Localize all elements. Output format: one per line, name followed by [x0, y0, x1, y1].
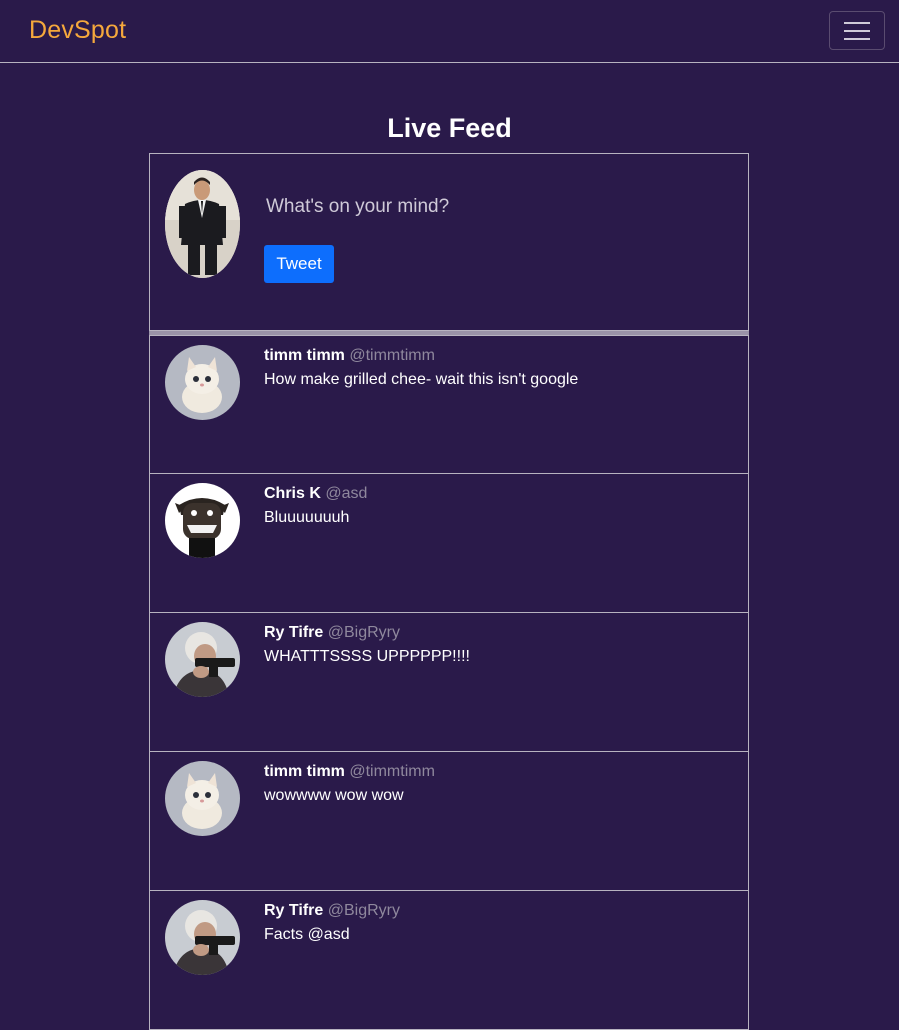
hamburger-menu-icon: [844, 21, 870, 40]
brand-logo[interactable]: DevSpot: [29, 16, 126, 45]
post-item[interactable]: timm timm @timmtimm wowwww wow wow: [149, 752, 749, 891]
author-name[interactable]: timm timm: [264, 347, 345, 364]
post-avatar: [165, 761, 240, 836]
top-navbar: DevSpot: [0, 0, 899, 63]
post-item[interactable]: Chris K @asd Bluuuuuuuh: [149, 474, 749, 613]
post-avatar: [165, 483, 240, 558]
author-name[interactable]: timm timm: [264, 763, 345, 780]
author-handle[interactable]: @timmtimm: [349, 347, 435, 364]
post-text: Facts @asd: [264, 926, 350, 943]
post-avatar: [165, 900, 240, 975]
post-header: Ry Tifre @BigRyry: [264, 902, 400, 920]
post-item[interactable]: timm timm @timmtimm How make grilled che…: [149, 335, 749, 474]
post-text: wowwww wow wow: [264, 787, 404, 804]
author-handle[interactable]: @timmtimm: [349, 763, 435, 780]
tweet-composer: Tweet: [149, 153, 749, 331]
author-name[interactable]: Ry Tifre: [264, 624, 323, 641]
post-text: WHATTTSSSS UPPPPPP!!!!: [264, 648, 470, 665]
author-handle[interactable]: @BigRyry: [328, 624, 400, 641]
post-item[interactable]: Ry Tifre @BigRyry Facts @asd: [149, 891, 749, 1030]
author-name[interactable]: Ry Tifre: [264, 902, 323, 919]
tweet-button[interactable]: Tweet: [264, 245, 334, 283]
author-name[interactable]: Chris K: [264, 485, 321, 502]
live-feed: Tweet timm timm @timmtimm How make grill…: [149, 153, 749, 1030]
author-handle[interactable]: @asd: [325, 485, 367, 502]
post-avatar: [165, 345, 240, 420]
post-item[interactable]: Ry Tifre @BigRyry WHATTTSSSS UPPPPPP!!!!: [149, 613, 749, 752]
post-text: How make grilled chee- wait this isn't g…: [264, 371, 579, 388]
post-header: Chris K @asd: [264, 485, 367, 503]
page-title: Live Feed: [387, 113, 512, 143]
post-avatar: [165, 622, 240, 697]
author-handle[interactable]: @BigRyry: [328, 902, 400, 919]
post-text: Bluuuuuuuh: [264, 509, 350, 526]
post-header: timm timm @timmtimm: [264, 347, 435, 365]
post-header: Ry Tifre @BigRyry: [264, 624, 400, 642]
user-avatar: [165, 170, 240, 278]
post-header: timm timm @timmtimm: [264, 763, 435, 781]
tweet-input[interactable]: [266, 196, 706, 218]
menu-toggle-button[interactable]: [829, 11, 885, 50]
